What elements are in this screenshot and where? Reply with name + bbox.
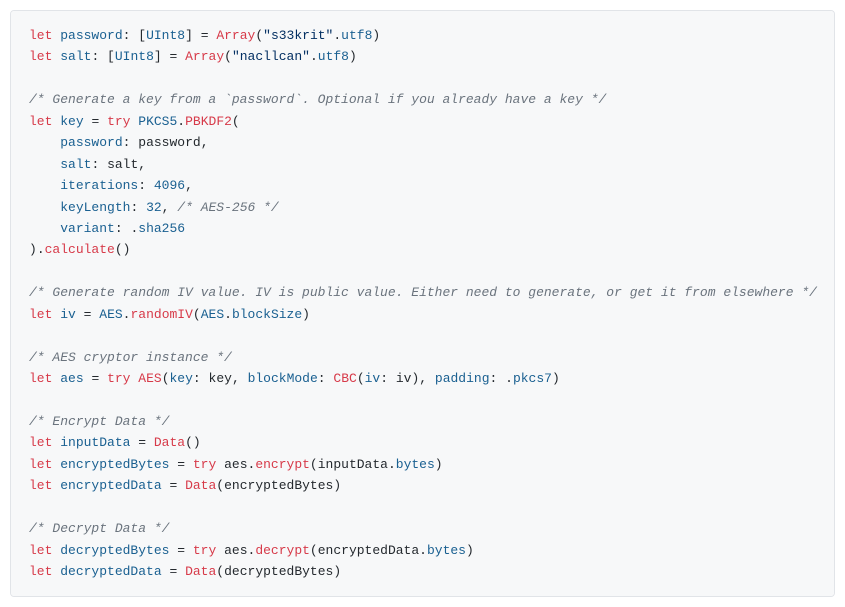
- code-comment: /* Encrypt Data */: [29, 414, 169, 429]
- code-block: let password: [UInt8] = Array("s33krit".…: [10, 10, 835, 597]
- code-comment: /* Generate random IV value. IV is publi…: [29, 285, 817, 300]
- code-comment: /* Decrypt Data */: [29, 521, 169, 536]
- code-line: let inputData = Data(): [29, 435, 201, 450]
- code-line: ).calculate(): [29, 242, 130, 257]
- code-line: let encryptedData = Data(encryptedBytes): [29, 478, 341, 493]
- code-line: let key = try PKCS5.PBKDF2(: [29, 114, 240, 129]
- code-comment: /* Generate a key from a `password`. Opt…: [29, 92, 606, 107]
- code-line: let aes = try AES(key: key, blockMode: C…: [29, 371, 560, 386]
- code-line: let salt: [UInt8] = Array("nacllcan".utf…: [29, 49, 357, 64]
- code-line: let password: [UInt8] = Array("s33krit".…: [29, 28, 380, 43]
- code-line: let encryptedBytes = try aes.encrypt(inp…: [29, 457, 443, 472]
- code-line: let iv = AES.randomIV(AES.blockSize): [29, 307, 310, 322]
- code-line: password: password,: [29, 135, 209, 150]
- code-line: salt: salt,: [29, 157, 146, 172]
- code-comment: /* AES cryptor instance */: [29, 350, 232, 365]
- code-line: keyLength: 32, /* AES-256 */: [29, 200, 279, 215]
- code-line: let decryptedData = Data(decryptedBytes): [29, 564, 341, 579]
- code-line: iterations: 4096,: [29, 178, 193, 193]
- code-line: let decryptedBytes = try aes.decrypt(enc…: [29, 543, 474, 558]
- code-line: variant: .sha256: [29, 221, 185, 236]
